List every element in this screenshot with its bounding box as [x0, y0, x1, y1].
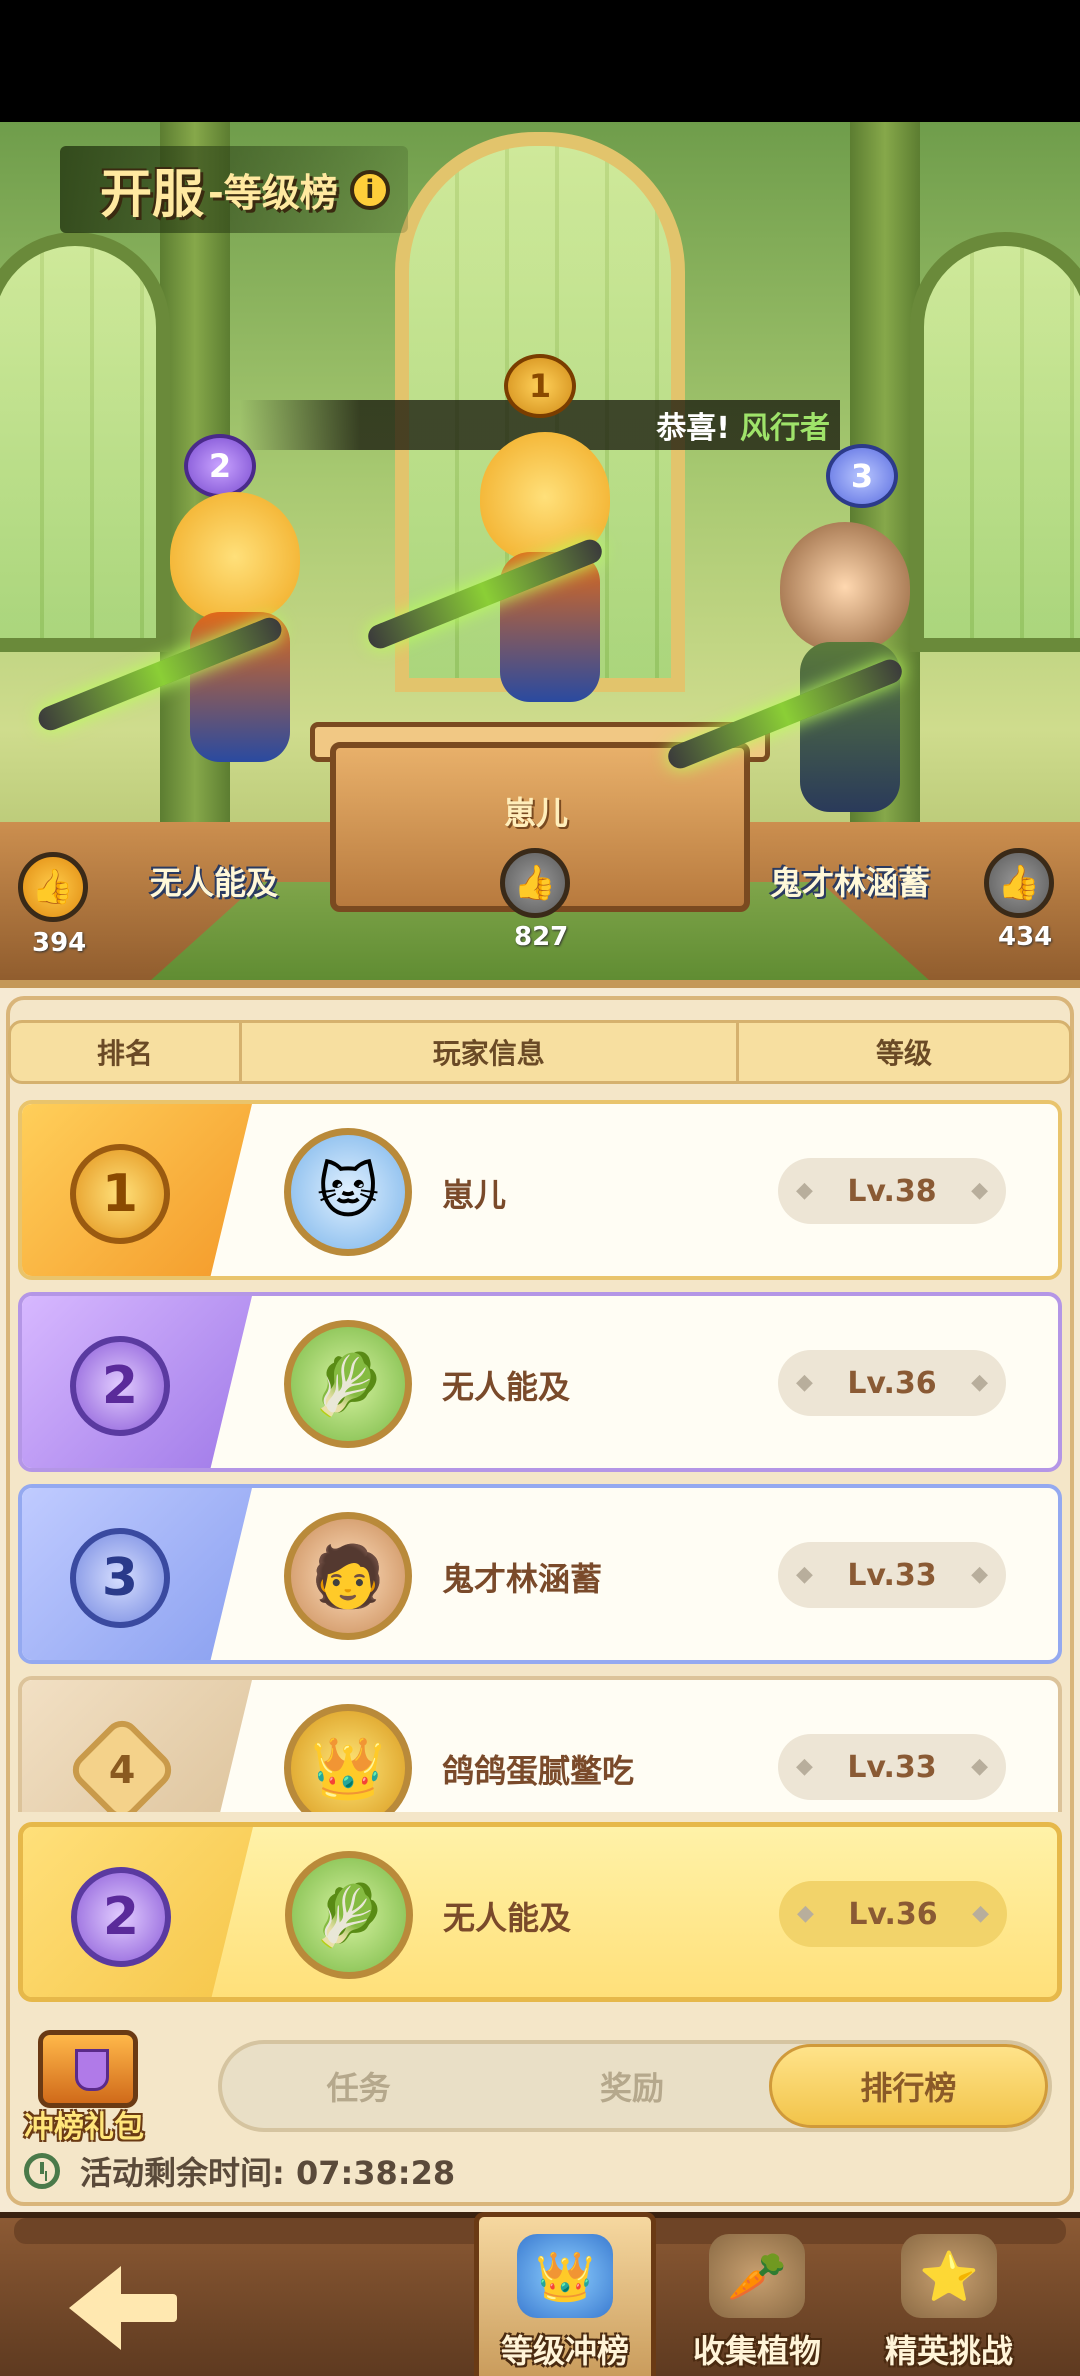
diamond-icon: ◆	[971, 1178, 988, 1203]
page-title: 开服 -等级榜 i	[60, 146, 408, 233]
info-icon[interactable]: i	[349, 169, 390, 210]
tab-rewards[interactable]: 奖励	[495, 2044, 768, 2128]
panel-tabs: 任务 奖励 排行榜	[218, 2040, 1052, 2132]
like-count-second: 394	[32, 928, 87, 958]
player-name: 鬼才林涵蓄	[442, 1560, 603, 1598]
timer-text: 活动剩余时间: 07:38:28	[80, 2154, 456, 2192]
diamond-icon: ◆	[796, 1370, 813, 1395]
tab-tasks[interactable]: 任务	[222, 2044, 495, 2128]
podium-name-second: 无人能及	[150, 864, 279, 902]
level-pill: ◆ Lv.36 ◆	[779, 1881, 1007, 1947]
player-name: 崽儿	[442, 1176, 507, 1214]
nav-label: 等级冲榜	[500, 2332, 629, 2370]
podium-name-first: 崽儿	[504, 794, 569, 832]
table-row[interactable]: 2 🥬 无人能及 ◆ Lv.36 ◆	[18, 1292, 1062, 1472]
cat-spirit-icon[interactable]: 🐱	[284, 1128, 412, 1256]
diamond-icon: ◆	[797, 1901, 814, 1926]
nav-elite-challenge[interactable]: ⭐ 精英挑战	[858, 2218, 1040, 2376]
nav-label: 精英挑战	[884, 2332, 1013, 2370]
boy-icon[interactable]: 🧑	[284, 1512, 412, 1640]
level-pill: ◆ Lv.36 ◆	[778, 1350, 1006, 1416]
table-header: 排名 玩家信息 等级	[8, 1020, 1072, 1084]
star-badge-icon: ⭐	[901, 2234, 997, 2318]
podium-name-third: 鬼才林涵蓄	[770, 864, 931, 902]
level-text: Lv.38	[847, 1173, 937, 1209]
thumbs-up-icon: 👍	[997, 863, 1041, 903]
table-row[interactable]: 1 🐱 崽儿 ◆ Lv.38 ◆	[18, 1100, 1062, 1280]
player-name: 无人能及	[442, 1368, 571, 1406]
congrats-player-name: 风行者	[740, 411, 830, 446]
plant-icon[interactable]: 🥬	[285, 1851, 413, 1979]
gold-medal-icon: 1	[70, 1144, 170, 1244]
thumbs-up-icon: 👍	[513, 863, 557, 903]
bottom-nav: 👑 等级冲榜 🥕 收集植物 ⭐ 精英挑战	[0, 2212, 1080, 2376]
title-sub: -等级榜	[208, 171, 338, 215]
level-pill: ◆ Lv.33 ◆	[778, 1542, 1006, 1608]
rank-number: 4	[108, 1747, 136, 1792]
diamond-icon: ◆	[796, 1562, 813, 1587]
level-pill: ◆ Lv.33 ◆	[778, 1734, 1006, 1800]
like-button-second[interactable]: 👍	[18, 852, 88, 922]
level-text: Lv.36	[848, 1896, 938, 1932]
player-name: 鸽鸽蛋腻鳖吃	[442, 1752, 635, 1790]
silver-medal-icon: 2	[71, 1867, 171, 1967]
tab-ranking[interactable]: 排行榜	[768, 2044, 1048, 2128]
level-pill: ◆ Lv.38 ◆	[778, 1158, 1006, 1224]
back-arrow-icon	[69, 2266, 177, 2350]
header-rank: 排名	[11, 1023, 242, 1081]
title-main: 开服	[100, 165, 205, 225]
table-row[interactable]: 4 👑 鸽鸽蛋腻鳖吃 ◆ Lv.33 ◆	[18, 1676, 1062, 1812]
level-text: Lv.36	[847, 1365, 937, 1401]
hero-head	[780, 522, 910, 652]
like-count-first: 827	[514, 922, 569, 952]
golden-warrior-icon[interactable]: 👑	[284, 1704, 412, 1812]
thumbs-up-icon: 👍	[31, 867, 75, 907]
nav-level-rush[interactable]: 👑 等级冲榜	[474, 2212, 656, 2376]
clock-icon	[24, 2153, 60, 2189]
treasure-chest-icon	[38, 2030, 138, 2108]
hero-first[interactable]	[364, 432, 660, 752]
gift-label: 冲榜礼包	[24, 2110, 144, 2145]
diamond-icon: ◆	[972, 1901, 989, 1926]
diamond-icon: ◆	[971, 1370, 988, 1395]
hero-second[interactable]	[34, 492, 350, 812]
ranking-panel: 排名 玩家信息 等级 1 🐱 崽儿 ◆ Lv.38 ◆ 2 🥬 无人能及 ◆ L…	[0, 980, 1080, 2212]
diamond-icon: ◆	[971, 1562, 988, 1587]
status-bar	[0, 0, 1080, 122]
like-button-third[interactable]: 👍	[984, 848, 1054, 918]
back-button[interactable]	[30, 2258, 177, 2358]
plant-icon[interactable]: 🥬	[284, 1320, 412, 1448]
header-player-info: 玩家信息	[242, 1023, 739, 1081]
diamond-icon: ◆	[971, 1754, 988, 1779]
rank-badge-second: 2	[184, 434, 256, 498]
rank-badge-third: 3	[826, 444, 898, 508]
congrats-prefix: 恭喜!	[656, 411, 730, 446]
bronze-medal-icon: 3	[70, 1528, 170, 1628]
rank-gift-pack[interactable]: 冲榜礼包	[24, 2030, 154, 2150]
diamond-icon: ◆	[796, 1754, 813, 1779]
hero-third[interactable]	[664, 522, 980, 842]
event-timer: 活动剩余时间: 07:38:28	[24, 2148, 455, 2194]
crown-wings-icon: 👑	[517, 2234, 613, 2318]
ranking-stage: 开服 -等级榜 i 恭喜! 风行者 1 2 3 无人能及 崽儿 鬼才林涵蓄 👍 …	[0, 122, 1080, 990]
plant-basket-icon: 🥕	[709, 2234, 805, 2318]
hero-head	[170, 492, 300, 622]
ranking-list[interactable]: 1 🐱 崽儿 ◆ Lv.38 ◆ 2 🥬 无人能及 ◆ Lv.36 ◆ 3 🧑	[18, 1100, 1062, 1812]
header-level: 等级	[875, 1037, 932, 1070]
player-name: 无人能及	[443, 1899, 572, 1937]
diamond-icon: ◆	[796, 1178, 813, 1203]
nav-collect-plants[interactable]: 🥕 收集植物	[666, 2218, 848, 2376]
like-button-first[interactable]: 👍	[500, 848, 570, 918]
rank-badge-first: 1	[504, 354, 576, 418]
level-text: Lv.33	[847, 1749, 937, 1785]
table-row[interactable]: 3 🧑 鬼才林涵蓄 ◆ Lv.33 ◆	[18, 1484, 1062, 1664]
level-text: Lv.33	[847, 1557, 937, 1593]
my-rank-row[interactable]: 2 🥬 无人能及 ◆ Lv.36 ◆	[18, 1822, 1062, 2002]
silver-medal-icon: 2	[70, 1336, 170, 1436]
like-count-third: 434	[998, 922, 1053, 952]
nav-label: 收集植物	[692, 2332, 821, 2370]
